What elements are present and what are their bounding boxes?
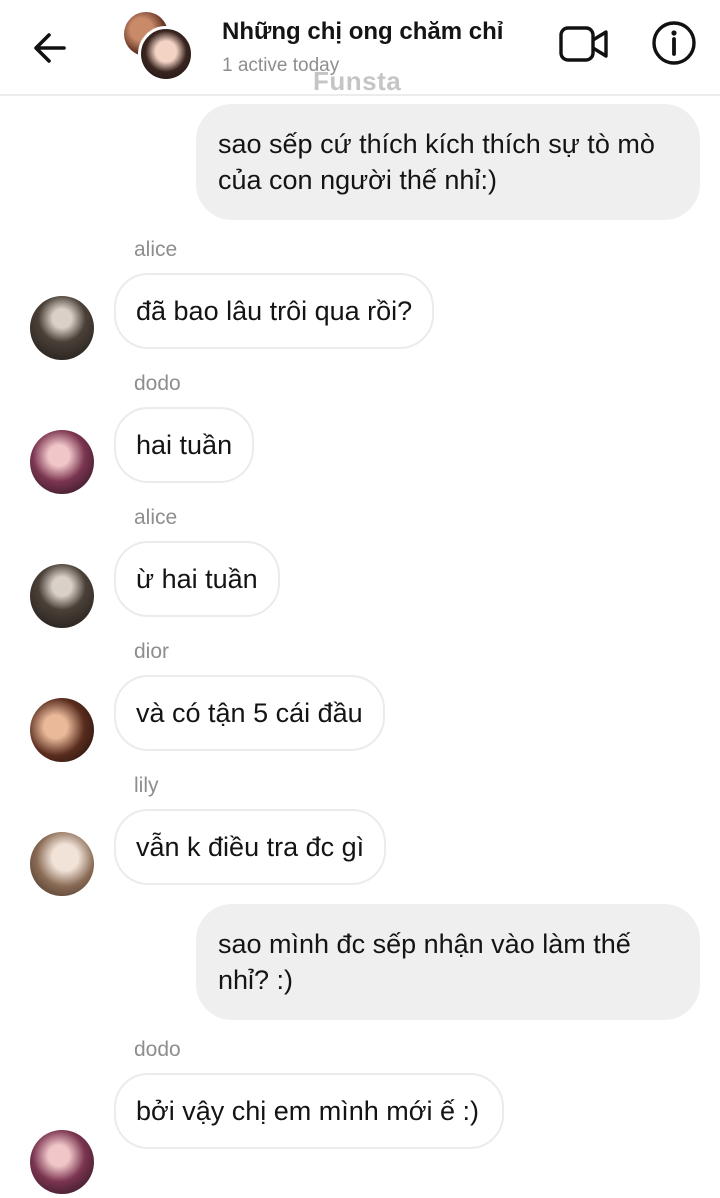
sender-name: alice: [134, 506, 178, 529]
avatar-dodo[interactable]: [30, 430, 94, 494]
arrow-left-icon: [34, 33, 66, 63]
avatar-alice[interactable]: [30, 296, 94, 360]
chat-header: Những chị ong chăm chỉ 1 active today Fu…: [0, 0, 720, 96]
message-bubble-incoming[interactable]: vẫn k điều tra đc gì: [114, 809, 387, 885]
video-call-button[interactable]: [558, 22, 610, 66]
message-bubble-outgoing[interactable]: sao sếp cứ thích kích thích sự tò mò của…: [196, 104, 700, 220]
message-bubble-incoming[interactable]: và có tận 5 cái đầu: [114, 675, 385, 751]
back-button[interactable]: [28, 26, 72, 70]
avatar-dodo[interactable]: [30, 1130, 94, 1194]
message-bubble-incoming[interactable]: ừ hai tuần: [114, 541, 280, 617]
sender-name: alice: [134, 238, 178, 261]
video-camera-icon: [559, 26, 608, 62]
sender-name: dodo: [134, 1038, 181, 1061]
info-icon: [652, 21, 696, 65]
message-bubble-outgoing[interactable]: sao mình đc sếp nhận vào làm thế nhỉ? :): [196, 904, 700, 1020]
avatar-lily[interactable]: [30, 832, 94, 896]
avatar-alice[interactable]: [30, 564, 94, 628]
sender-name: lily: [134, 774, 159, 797]
sender-name: dodo: [134, 372, 181, 395]
message-bubble-incoming[interactable]: đã bao lâu trôi qua rồi?: [114, 273, 435, 349]
group-avatar[interactable]: [124, 12, 194, 82]
message-bubble-incoming[interactable]: hai tuần: [114, 407, 255, 483]
message-bubble-incoming[interactable]: bởi vậy chị em mình mới ế :): [114, 1073, 504, 1149]
avatar-dior[interactable]: [30, 698, 94, 762]
group-title[interactable]: Những chị ong chăm chỉ: [222, 18, 503, 46]
group-avatar-front: [138, 26, 194, 82]
info-button[interactable]: [650, 19, 698, 67]
sender-name: dior: [134, 640, 170, 663]
watermark: Funsta: [313, 66, 402, 96]
